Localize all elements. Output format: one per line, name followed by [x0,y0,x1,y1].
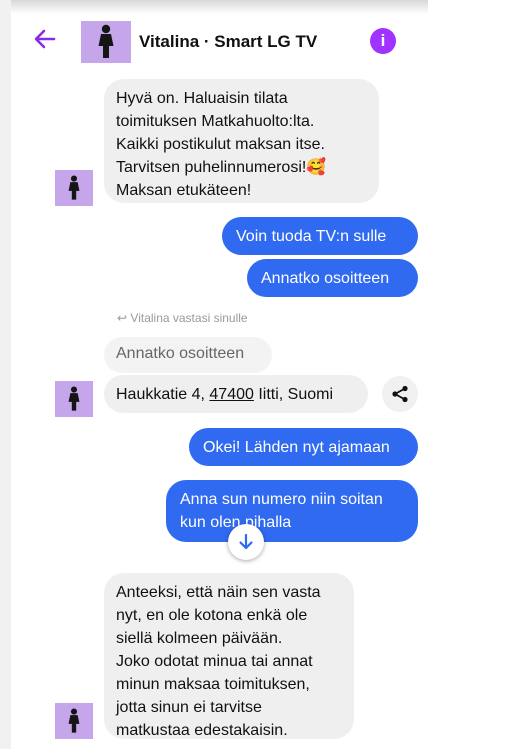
message-line: minun maksaa toimituksen, [116,676,310,693]
message-line: toimituksen Matkahuolto:lta. [116,113,315,130]
incoming-message[interactable]: Anteeksi, että näin sen vasta nyt, en ol… [104,573,354,739]
zip-code-link[interactable]: 47400 [209,386,254,403]
message-text: Okei! Lähden nyt ajamaan [203,439,390,456]
message-line: Kaikki postikulut maksan itse. [116,136,325,153]
reply-icon: ↩ [117,311,128,325]
quoted-text: Annatko osoitteen [116,345,245,362]
contact-avatar[interactable] [81,21,131,63]
sender-avatar[interactable] [55,381,93,417]
message-line: siellä kolmeen päivään. [116,630,283,647]
address-end: Iitti, Suomi [253,386,334,403]
chat-title[interactable]: Vitalina · Smart LG TV [139,32,317,52]
outgoing-message[interactable]: Okei! Lähden nyt ajamaan [189,428,418,466]
quoted-message[interactable]: Annatko osoitteen [104,337,272,373]
chat-screen: Vitalina · Smart LG TV i Hyvä on. Haluai… [0,0,507,749]
message-line: nyt, en ole kotona enkä ole [116,607,308,624]
person-icon [68,175,80,200]
incoming-message[interactable]: Haukkatie 4, 47400 Iitti, Suomi [104,375,368,413]
reply-indicator: ↩ Vitalina vastasi sinulle [117,311,248,325]
back-arrow-icon[interactable] [30,24,60,54]
scroll-down-button[interactable] [228,524,264,560]
message-line: Maksan etukäteen! [116,182,252,199]
outgoing-message[interactable]: Annatko osoitteen [247,259,418,297]
message-text: Annatko osoitteen [261,270,390,287]
info-icon[interactable]: i [370,28,396,54]
message-line: jotta sinun ei tarvitse [116,699,262,716]
sender-avatar[interactable] [55,170,93,206]
incoming-message[interactable]: Hyvä on. Haluaisin tilata toimituksen Ma… [104,79,379,203]
person-icon [68,708,80,733]
outgoing-message[interactable]: Voin tuoda TV:n sulle [222,217,418,255]
reply-note-text: Vitalina vastasi sinulle [130,311,248,325]
message-line: kun olen pihalla [180,514,292,531]
outgoing-message[interactable]: Anna sun numero niin soitan kun olen pih… [166,480,418,542]
info-glyph: i [380,31,386,50]
sender-avatar[interactable] [55,703,93,739]
message-line: Tarvitsen puhelinnumerosi!🥰 [116,159,327,176]
share-icon[interactable] [382,376,418,412]
message-line: Anna sun numero niin soitan [180,491,383,508]
message-line: Hyvä on. Haluaisin tilata [116,90,288,107]
person-icon [98,24,114,58]
address-start: Haukkatie 4, [116,386,210,403]
left-edge [0,0,11,749]
message-line: Anteeksi, että näin sen vasta [116,584,321,601]
top-shadow [11,0,428,14]
message-line: Joko odotat minua tai annat [116,653,313,670]
message-text: Voin tuoda TV:n sulle [236,228,387,245]
message-line: matkustaa edestakaisin. [116,722,288,739]
person-icon [68,386,80,411]
arrow-down-icon [239,533,253,550]
